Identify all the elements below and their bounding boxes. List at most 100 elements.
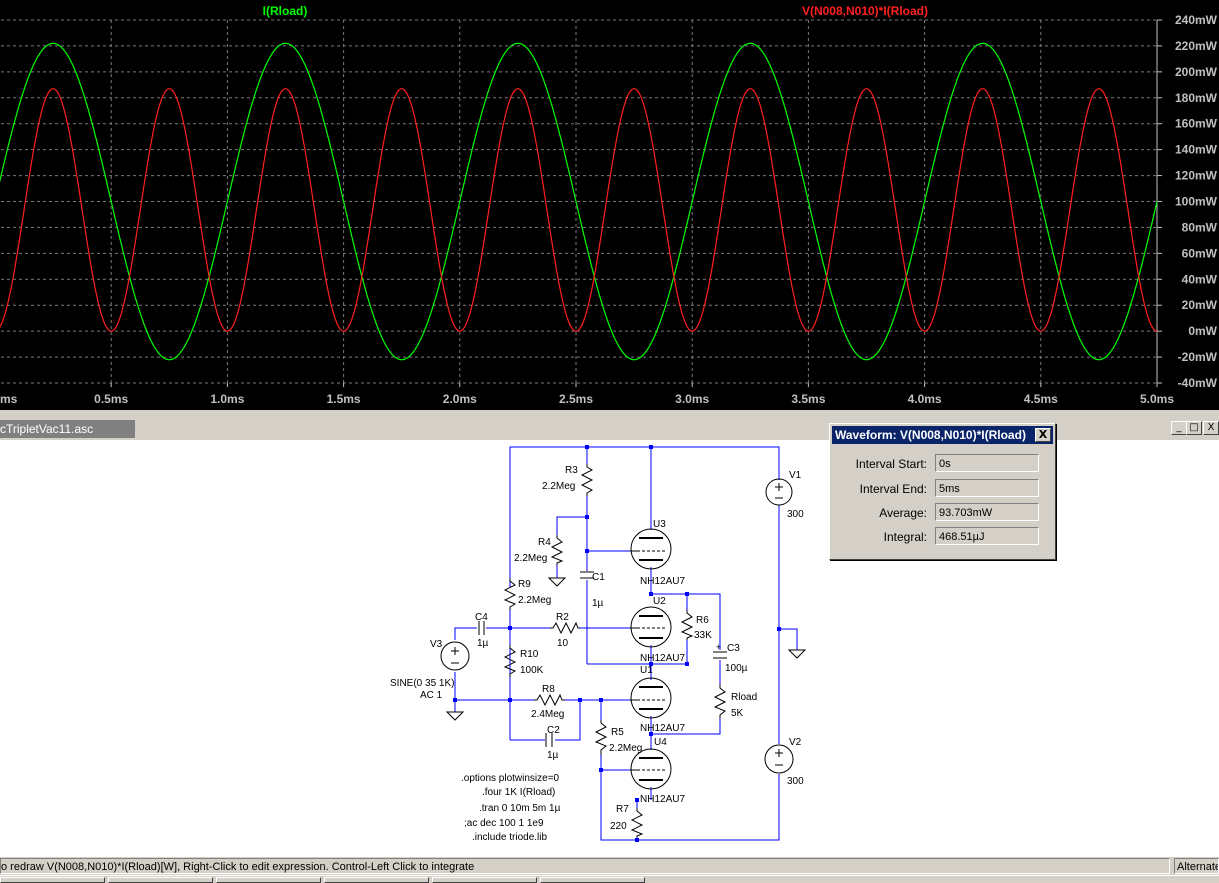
label-r6-value: 33K bbox=[694, 630, 712, 641]
taskbar-button[interactable] bbox=[216, 877, 321, 883]
interval-end-field: 5ms bbox=[935, 479, 1039, 497]
label-r3: R3 bbox=[565, 465, 578, 476]
label-rload-value: 5K bbox=[731, 708, 744, 719]
label-r8: R8 bbox=[542, 684, 555, 695]
ground-icon bbox=[445, 711, 465, 721]
integral-row: Integral: 468.51µJ bbox=[830, 527, 1055, 547]
y-tick-label: 220mW bbox=[1175, 39, 1218, 53]
y-tick-label: 60mW bbox=[1182, 246, 1218, 260]
integral-label: Integral: bbox=[883, 530, 927, 544]
label-c2-value: 1µ bbox=[547, 750, 559, 761]
label-r4-value: 2.2Meg bbox=[514, 553, 547, 564]
label-rload: Rload bbox=[731, 692, 757, 703]
integral-field: 468.51µJ bbox=[935, 527, 1039, 545]
label-c4: C4 bbox=[475, 612, 488, 623]
spice-directives: .options plotwinsize=0 .four 1K I(Rload)… bbox=[461, 773, 561, 843]
interval-start-row: Interval Start: 0s bbox=[830, 454, 1055, 474]
tube-u1 bbox=[630, 677, 672, 719]
label-u2-value: NH12AU7 bbox=[640, 653, 685, 664]
x-axis-labels: ms 0.5ms 1.0ms 1.5ms 2.0ms 2.5ms 3.0ms 3.5ms 4.0… bbox=[0, 392, 1174, 406]
x-tick-label: 2.0ms bbox=[443, 392, 477, 406]
label-r3-value: 2.2Meg bbox=[542, 481, 575, 492]
y-tick-label: 80mW bbox=[1182, 220, 1218, 234]
waveform-plot[interactable]: 240mW 220mW 200mW 180mW 160mW 140mW 120mW 100mW… bbox=[0, 0, 1219, 410]
label-r10-value: 100K bbox=[520, 665, 544, 676]
minimize-button[interactable]: _ bbox=[1171, 421, 1187, 435]
label-v1-value: 300 bbox=[787, 509, 804, 520]
x-tick-label: 5.0ms bbox=[1140, 392, 1174, 406]
x-tick-label: 4.0ms bbox=[908, 392, 942, 406]
trace-label-i-rload[interactable]: I(Rload) bbox=[263, 4, 308, 18]
tube-u4 bbox=[630, 748, 672, 790]
label-r6: R6 bbox=[696, 615, 709, 626]
ground-icon bbox=[787, 649, 807, 659]
label-r10: R10 bbox=[520, 649, 539, 660]
resistor-r7 bbox=[630, 808, 644, 838]
resistor-rload bbox=[713, 684, 727, 718]
label-u3: U3 bbox=[653, 519, 666, 530]
y-tick-label: 40mW bbox=[1182, 272, 1218, 286]
label-u1: U1 bbox=[640, 665, 653, 676]
label-r7-value: 220 bbox=[610, 821, 627, 832]
tube-u2 bbox=[630, 606, 672, 648]
average-field: 93.703mW bbox=[935, 503, 1039, 521]
resistor-r3 bbox=[580, 464, 594, 496]
average-row: Average: 93.703mW bbox=[830, 503, 1055, 523]
status-text: o redraw V(N008,N010)*I(Rload)[W], Right… bbox=[0, 858, 1170, 874]
taskbar-button[interactable] bbox=[540, 877, 645, 883]
schematic-labels: R3 2.2Meg R4 2.2Meg R9 2.2Meg R2 10 R10 … bbox=[390, 465, 804, 832]
taskbar-button[interactable] bbox=[108, 877, 213, 883]
label-c4-value: 1µ bbox=[477, 638, 489, 649]
label-r5-value: 2.2Meg bbox=[609, 743, 642, 754]
y-tick-label: 0mW bbox=[1188, 324, 1217, 338]
plot-grid bbox=[0, 19, 1162, 387]
trace-label-power[interactable]: V(N008,N010)*I(Rload) bbox=[802, 4, 928, 18]
interval-start-field: 0s bbox=[935, 454, 1039, 472]
source-v1 bbox=[765, 478, 793, 506]
label-v3-ac: AC 1 bbox=[420, 690, 443, 701]
label-r7: R7 bbox=[616, 804, 629, 815]
label-v2-value: 300 bbox=[787, 776, 804, 787]
x-tick-label: 2.5ms bbox=[559, 392, 593, 406]
directive-line: .tran 0 10m 5m 1µ bbox=[479, 803, 561, 814]
dialog-title[interactable]: Waveform: V(N008,N010)*I(Rload) bbox=[832, 426, 1053, 444]
average-label: Average: bbox=[879, 506, 927, 520]
label-v3: V3 bbox=[430, 639, 443, 650]
label-v3-value: SINE(0 35 1K) bbox=[390, 678, 454, 689]
directive-line: .options plotwinsize=0 bbox=[461, 773, 560, 784]
y-tick-label: 140mW bbox=[1175, 143, 1218, 157]
label-r2-value: 10 bbox=[557, 638, 569, 649]
label-u4: U4 bbox=[654, 737, 667, 748]
status-bar: o redraw V(N008,N010)*I(Rload)[W], Right… bbox=[0, 856, 1219, 875]
source-v3 bbox=[440, 641, 470, 671]
x-tick-label: 1.5ms bbox=[327, 392, 361, 406]
y-tick-label: 180mW bbox=[1175, 91, 1218, 105]
label-v1: V1 bbox=[789, 470, 802, 481]
label-c3: C3 bbox=[727, 643, 740, 654]
resistor-r5 bbox=[594, 720, 608, 755]
close-window-button[interactable]: X bbox=[1203, 421, 1219, 435]
maximize-button[interactable]: □ bbox=[1186, 421, 1202, 435]
dialog-close-button[interactable]: X bbox=[1035, 428, 1051, 442]
label-u4-value: NH12AU7 bbox=[640, 794, 685, 805]
resistor-r2 bbox=[550, 621, 580, 635]
label-c1: C1 bbox=[592, 572, 605, 583]
label-u1-value: NH12AU7 bbox=[640, 723, 685, 734]
resistor-r4 bbox=[550, 535, 564, 565]
taskbar-button[interactable] bbox=[324, 877, 429, 883]
y-tick-label: -20mW bbox=[1178, 350, 1218, 364]
waveform-plot-canvas[interactable]: 240mW 220mW 200mW 180mW 160mW 140mW 120mW 100mW… bbox=[0, 0, 1219, 410]
taskbar-button[interactable] bbox=[432, 877, 537, 883]
label-r5: R5 bbox=[611, 727, 624, 738]
taskbar-button[interactable] bbox=[0, 877, 105, 883]
svg-text:+: + bbox=[716, 642, 721, 652]
waveform-integral-dialog[interactable]: Waveform: V(N008,N010)*I(Rload) X Interv… bbox=[829, 423, 1056, 560]
y-tick-label: -40mW bbox=[1178, 376, 1218, 390]
y-tick-label: 200mW bbox=[1175, 65, 1218, 79]
y-tick-label: 100mW bbox=[1175, 195, 1218, 209]
resistor-r6 bbox=[680, 610, 694, 640]
y-axis-labels: 240mW 220mW 200mW 180mW 160mW 140mW 120mW 100mW… bbox=[1175, 13, 1218, 390]
label-r8-value: 2.4Meg bbox=[531, 709, 564, 720]
resistor-r8 bbox=[534, 693, 565, 707]
interval-end-label: Interval End: bbox=[859, 482, 927, 496]
